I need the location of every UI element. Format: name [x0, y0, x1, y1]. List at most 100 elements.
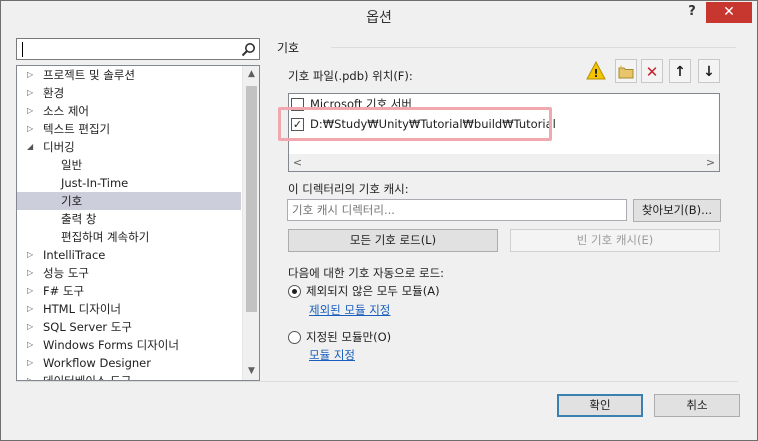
locations-horizontal-scrollbar[interactable]: < > — [289, 154, 719, 171]
radio-button[interactable] — [288, 331, 301, 344]
ok-button[interactable]: 확인 — [557, 394, 643, 417]
location-checkbox[interactable] — [291, 98, 304, 111]
tree-item[interactable]: ▷ 데이터베이스 도구 — [17, 372, 241, 381]
radio-label: 지정된 모듈만(O) — [306, 330, 392, 344]
tree-item-label: 디버깅 — [43, 140, 75, 154]
tree-item[interactable]: Just-In-Time — [17, 174, 241, 192]
scroll-down-arrow-icon[interactable]: ▼ — [243, 363, 259, 380]
options-tree[interactable]: ▷ 프로젝트 및 솔루션 ▷ 환경 ▷ 소스 제어 ▷ 텍스트 편집기 ◢ 디버깅일반 Just-I… — [16, 65, 260, 381]
tree-item-label: 프로젝트 및 솔루션 — [43, 68, 135, 82]
tree-item[interactable]: ▷ HTML 디자이너 — [17, 300, 241, 318]
tree-item[interactable]: ▷ IntelliTrace — [17, 246, 241, 264]
expand-arrow-icon[interactable]: ▷ — [27, 372, 37, 380]
tree-item[interactable]: ▷ 소스 제어 — [17, 102, 241, 120]
tree-item[interactable]: ▷ F# 도구 — [17, 282, 241, 300]
tree-item-label: F# 도구 — [43, 284, 85, 298]
radio-label: 제외되지 않은 모두 모듈(A) — [306, 284, 440, 298]
load-all-symbols-button[interactable]: 모든 기호 로드(L) — [288, 229, 498, 252]
specify-modules-link[interactable]: 모듈 지정 — [309, 347, 355, 363]
tree-item-label: IntelliTrace — [43, 248, 106, 262]
tree-item-label: Windows Forms 디자이너 — [43, 338, 179, 352]
window-title: 옵션 — [366, 10, 392, 26]
expand-arrow-icon[interactable]: ▷ — [27, 102, 37, 120]
expand-arrow-icon[interactable]: ▷ — [27, 264, 37, 282]
title-bar[interactable]: 옵션 ? ✕ — [1, 1, 757, 32]
tree-item-label: SQL Server 도구 — [43, 320, 132, 334]
tree-item[interactable]: 일반 — [17, 156, 241, 174]
tree-item[interactable]: ▷ 성능 도구 — [17, 264, 241, 282]
expand-arrow-icon[interactable]: ▷ — [27, 354, 37, 372]
location-checkbox[interactable]: ✓ — [291, 118, 304, 131]
expand-arrow-icon[interactable]: ▷ — [27, 336, 37, 354]
expand-arrow-icon[interactable]: ▷ — [27, 66, 37, 84]
tree-item-label: 일반 — [61, 158, 83, 172]
cache-directory-label: 이 디렉터리의 기호 캐시: — [288, 182, 409, 196]
tree-item-label: Workflow Designer — [43, 356, 151, 370]
tree-item[interactable]: 기호 — [17, 192, 241, 210]
tree-item[interactable]: 편집하며 계속하기 — [17, 228, 241, 246]
auto-load-label: 다음에 대한 기호 자동으로 로드: — [288, 266, 445, 280]
footer-divider — [16, 381, 738, 382]
radio-button[interactable] — [288, 285, 301, 298]
expand-arrow-icon[interactable]: ▷ — [27, 282, 37, 300]
arrow-up-icon: ↑ — [674, 64, 686, 80]
location-label: Microsoft 기호 서버 — [310, 97, 412, 111]
arrow-down-icon: ↓ — [703, 64, 715, 80]
tree-item[interactable]: 출력 창 — [17, 210, 241, 228]
tree-vertical-scrollbar[interactable]: ▲ ▼ — [242, 66, 259, 380]
move-up-button[interactable]: ↑ — [669, 59, 691, 83]
location-label: D:₩Study₩Unity₩Tutorial₩build₩Tutorial — [310, 117, 556, 131]
search-input[interactable] — [20, 41, 230, 57]
tree-item-label: 편집하며 계속하기 — [61, 230, 150, 244]
tree-item[interactable]: ▷ 환경 — [17, 84, 241, 102]
excluded-modules-link[interactable]: 제외된 모듈 지정 — [309, 302, 390, 318]
close-button[interactable]: ✕ — [706, 2, 752, 23]
expand-arrow-icon[interactable]: ▷ — [27, 300, 37, 318]
collapse-arrow-icon[interactable]: ◢ — [27, 138, 37, 156]
options-dialog: 옵션 ? ✕ ▷ 프로젝트 및 솔루션 ▷ 환경 ▷ 소스 제어 ▷ 텍스트 편집기 ◢ 디버깅일… — [0, 0, 758, 441]
tree-item[interactable]: ▷ 프로젝트 및 솔루션 — [17, 66, 241, 84]
symbol-locations-label: 기호 파일(.pdb) 위치(F): — [288, 69, 413, 83]
empty-symbol-cache-button[interactable]: 빈 기호 캐시(E) — [510, 229, 720, 252]
tree-item[interactable]: ▷ Workflow Designer — [17, 354, 241, 372]
tree-item-label: HTML 디자이너 — [43, 302, 121, 316]
search-icon[interactable] — [241, 42, 256, 57]
delete-icon: ✕ — [645, 63, 659, 81]
tree-item-label: 텍스트 편집기 — [43, 122, 111, 136]
warning-icon: ! — [585, 59, 607, 83]
scroll-up-arrow-icon[interactable]: ▲ — [243, 66, 259, 83]
help-button[interactable]: ? — [681, 4, 703, 24]
new-folder-button[interactable] — [615, 59, 637, 83]
scroll-thumb[interactable] — [246, 86, 257, 312]
tree-item-label: 환경 — [43, 86, 65, 100]
tree-item[interactable]: ◢ 디버깅 — [17, 138, 241, 156]
tree-item-label: 기호 — [61, 194, 83, 208]
cache-directory-input[interactable] — [287, 199, 627, 221]
tree-item-label: 소스 제어 — [43, 104, 89, 118]
tree-item[interactable]: ▷ 텍스트 편집기 — [17, 120, 241, 138]
section-title: 기호 — [277, 41, 300, 55]
expand-arrow-icon[interactable]: ▷ — [27, 246, 37, 264]
new-folder-icon — [618, 65, 634, 79]
tree-items: ▷ 프로젝트 및 솔루션 ▷ 환경 ▷ 소스 제어 ▷ 텍스트 편집기 ◢ 디버깅일반 Just-I… — [17, 66, 241, 381]
warning-glyph: ! — [593, 67, 598, 80]
tree-item-label: 성능 도구 — [43, 266, 89, 280]
radio-selected-dot — [292, 289, 297, 294]
symbol-locations-list[interactable]: Microsoft 기호 서버 ✓ D:₩Study₩Unity₩Tutoria… — [288, 93, 720, 172]
cancel-button[interactable]: 취소 — [654, 394, 740, 417]
expand-arrow-icon[interactable]: ▷ — [27, 318, 37, 336]
tree-item[interactable]: ▷ SQL Server 도구 — [17, 318, 241, 336]
section-divider — [331, 47, 736, 48]
expand-arrow-icon[interactable]: ▷ — [27, 120, 37, 138]
tree-item-label: Just-In-Time — [61, 176, 129, 190]
browse-button[interactable]: 찾아보기(B)... — [633, 199, 721, 222]
scroll-left-arrow-icon[interactable]: < — [289, 154, 306, 171]
tree-item[interactable]: ▷ Windows Forms 디자이너 — [17, 336, 241, 354]
delete-location-button[interactable]: ✕ — [641, 59, 663, 83]
options-search-box[interactable] — [16, 38, 260, 60]
scroll-right-arrow-icon[interactable]: > — [702, 154, 719, 171]
tree-item-label: 출력 창 — [61, 212, 97, 226]
tree-item-label: 데이터베이스 도구 — [43, 374, 132, 381]
expand-arrow-icon[interactable]: ▷ — [27, 84, 37, 102]
move-down-button[interactable]: ↓ — [698, 59, 720, 83]
